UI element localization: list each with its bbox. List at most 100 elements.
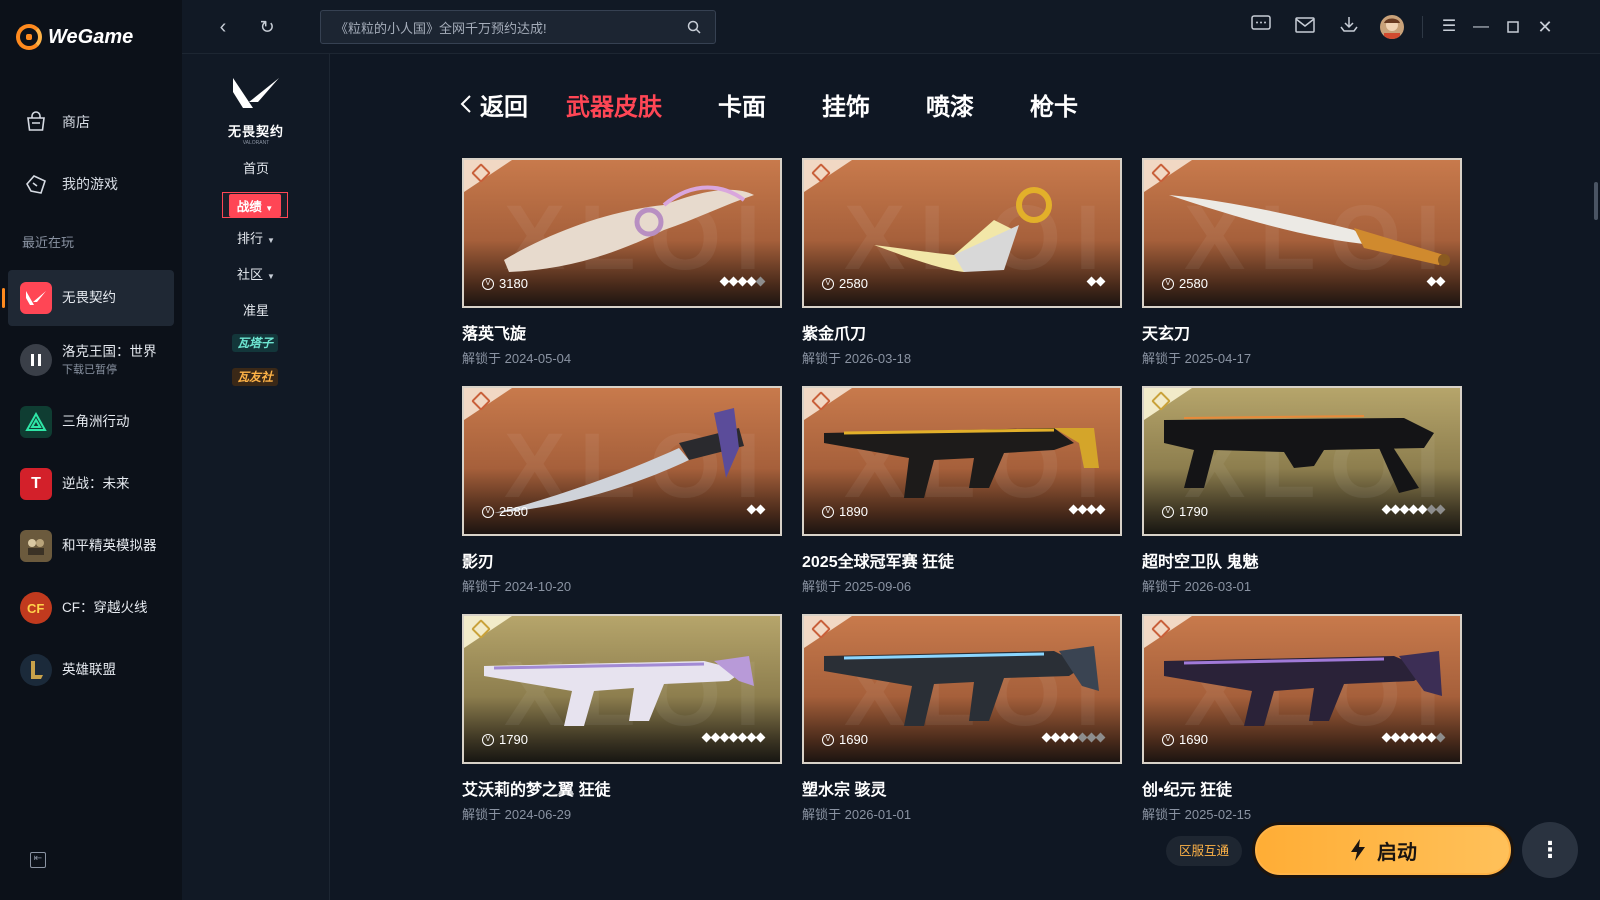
nav-my-games-label: 我的游戏 [62, 176, 118, 192]
wayoushe-badge[interactable]: 瓦友社 [232, 368, 278, 386]
close-icon[interactable]: ✕ [1532, 14, 1558, 40]
mail-icon[interactable] [1292, 14, 1318, 40]
tier-corner [1144, 616, 1192, 648]
tab-charms[interactable]: 挂饰 [822, 87, 870, 122]
skin-card[interactable]: XLOI V 1890 2025全球冠军赛 狂徒 解锁于 2025-09-06 [802, 386, 1122, 595]
recent-game-nizhan[interactable]: T 逆战：未来 [8, 456, 174, 512]
peace-elite-icon [20, 530, 52, 562]
tab-player-cards[interactable]: 枪卡 [1030, 87, 1078, 122]
chat-icon[interactable] [1248, 14, 1274, 40]
game-nav-home[interactable]: 首页 [182, 158, 330, 177]
tier-corner [804, 616, 852, 648]
wegame-logo-icon [16, 24, 42, 50]
tab-sprays[interactable]: 喷漆 [926, 87, 974, 122]
more-options-button[interactable]: ⋮ [1522, 822, 1578, 878]
skin-name: 天玄刀 [1142, 326, 1191, 343]
search-input[interactable]: 《粒粒的小人国》全网千万预约达成! [320, 10, 716, 44]
game-nav-ranking[interactable]: 排行 ▼ [182, 228, 330, 247]
skin-card[interactable]: XLOI V 2580 影刃 解锁于 2024-10-20 [462, 386, 782, 595]
nav-store[interactable]: 商店 [0, 102, 182, 142]
price-value: 1690 [839, 732, 868, 747]
menu-icon[interactable]: ☰ [1436, 14, 1462, 40]
game-nav-community[interactable]: 社区 ▼ [182, 264, 330, 283]
tier-corner [804, 160, 852, 192]
game-name: 和平精英模拟器 [62, 538, 157, 553]
skin-card[interactable]: XLOI V 2580 紫金爪刀 解锁于 2026-03-18 [802, 158, 1122, 367]
skin-card[interactable]: XLOI V 1690 创•纪元 狂徒 解锁于 2025-02-15 [1142, 614, 1462, 823]
wegame-logo[interactable]: WeGame [16, 24, 133, 50]
search-icon[interactable] [687, 20, 701, 34]
watazi-badge[interactable]: 瓦塔子 [232, 334, 278, 352]
unlock-date: 解锁于 2024-10-20 [462, 579, 572, 594]
rarity-pips [1068, 504, 1106, 515]
skin-thumbnail: XLOI V 2580 [802, 158, 1122, 308]
rarity-pips [1086, 276, 1106, 287]
recent-game-roco[interactable]: 洛克王国：世界 下载已暂停 [8, 332, 174, 388]
my-games-icon [26, 175, 46, 194]
skin-card[interactable]: XLOI V 1790 超时空卫队 鬼魅 解锁于 2026-03-01 [1142, 386, 1462, 595]
game-nav-record[interactable]: 战绩 ▼ [222, 192, 288, 218]
avatar[interactable] [1380, 15, 1404, 39]
scrollbar[interactable] [1594, 182, 1598, 220]
recent-game-valorant[interactable]: 无畏契约 [2, 270, 174, 326]
skin-price: V 1890 [822, 504, 868, 519]
game-subtitle: VALORANT [242, 140, 270, 146]
skin-name: 创•纪元 狂徒 [1142, 782, 1233, 799]
recent-game-delta-force[interactable]: 三角洲行动 [8, 394, 174, 450]
game-name: 无畏契约 [62, 290, 116, 305]
skin-card[interactable]: XLOI V 3180 落英飞旋 解锁于 2024-05-04 [462, 158, 782, 367]
skin-price: V 3180 [482, 276, 528, 291]
skin-thumbnail: XLOI V 2580 [1142, 158, 1462, 308]
record-label: 战绩 [236, 199, 262, 214]
collapse-sidebar-icon[interactable]: ⇤ [30, 852, 46, 868]
valorant-icon [20, 282, 52, 314]
rarity-pips [1381, 732, 1446, 743]
lightning-icon [1351, 839, 1365, 861]
vp-currency-icon: V [822, 505, 834, 518]
vp-currency-icon: V [822, 733, 834, 746]
minimize-icon[interactable]: — [1468, 14, 1494, 40]
launch-button[interactable]: 启动 [1252, 822, 1514, 878]
skin-card[interactable]: XLOI V 1690 塑水宗 骇灵 解锁于 2026-01-01 [802, 614, 1122, 823]
skin-name: 落英飞旋 [462, 326, 527, 343]
chevron-down-icon: ▼ [267, 236, 275, 245]
tier-corner [464, 616, 512, 648]
tab-weapon-skins[interactable]: 武器皮肤 [566, 87, 662, 122]
refresh-icon[interactable]: ↻ [254, 14, 280, 40]
unlock-date: 解锁于 2026-03-01 [1142, 579, 1252, 594]
game-name: CF：穿越火线 [62, 600, 148, 615]
unlock-date: 解锁于 2024-05-04 [462, 351, 572, 366]
game-status: 下载已暂停 [62, 364, 117, 376]
region-interop-badge[interactable]: 区服互通 [1166, 836, 1242, 866]
maximize-icon[interactable] [1500, 14, 1526, 40]
main-sidebar: WeGame 商店 我的游戏 最近在玩 无畏契约 洛克王国：世界 下载已暂停 三… [0, 0, 182, 900]
game-sidebar: 无畏契约 VALORANT 首页 战绩 ▼ 排行 ▼ 社区 ▼ 准星 瓦塔子 瓦友社 [182, 54, 330, 900]
skin-card[interactable]: XLOI V 2580 天玄刀 解锁于 2025-04-17 [1142, 158, 1462, 367]
valorant-logo[interactable]: 无畏契约 VALORANT [224, 74, 288, 146]
skin-name: 塑水宗 骇灵 [802, 782, 887, 799]
topbar: ‹ ↻ 《粒粒的小人国》全网千万预约达成! ☰ — ✕ [182, 0, 1600, 54]
recent-game-league[interactable]: 英雄联盟 [8, 642, 174, 698]
recent-game-crossfire[interactable]: CF CF：穿越火线 [8, 580, 174, 636]
rarity-pips [701, 732, 766, 743]
rarity-pips [746, 504, 766, 515]
rarity-pips [1381, 504, 1446, 515]
rarity-pip [755, 276, 766, 287]
back-nav-icon[interactable]: ‹ [210, 14, 236, 40]
nizhan-icon: T [20, 468, 52, 500]
vp-currency-icon: V [1162, 277, 1174, 290]
rarity-pip [1095, 276, 1106, 287]
skin-card[interactable]: XLOI V 1790 艾沃莉的梦之翼 狂徒 解锁于 2024-06-29 [462, 614, 782, 823]
back-button[interactable]: 返回 [460, 87, 528, 122]
unlock-date: 解锁于 2026-03-18 [802, 351, 912, 366]
ranking-label: 排行 [237, 231, 264, 246]
tab-cards[interactable]: 卡面 [718, 87, 766, 122]
game-nav-crosshair[interactable]: 准星 [182, 300, 330, 319]
league-icon [20, 654, 52, 686]
nav-my-games[interactable]: 我的游戏 [0, 164, 182, 204]
launch-label: 启动 [1377, 841, 1417, 864]
recent-game-peace-elite[interactable]: 和平精英模拟器 [8, 518, 174, 574]
download-icon[interactable] [1336, 14, 1362, 40]
skin-thumbnail: XLOI V 1790 [462, 614, 782, 764]
pause-icon [20, 344, 52, 376]
